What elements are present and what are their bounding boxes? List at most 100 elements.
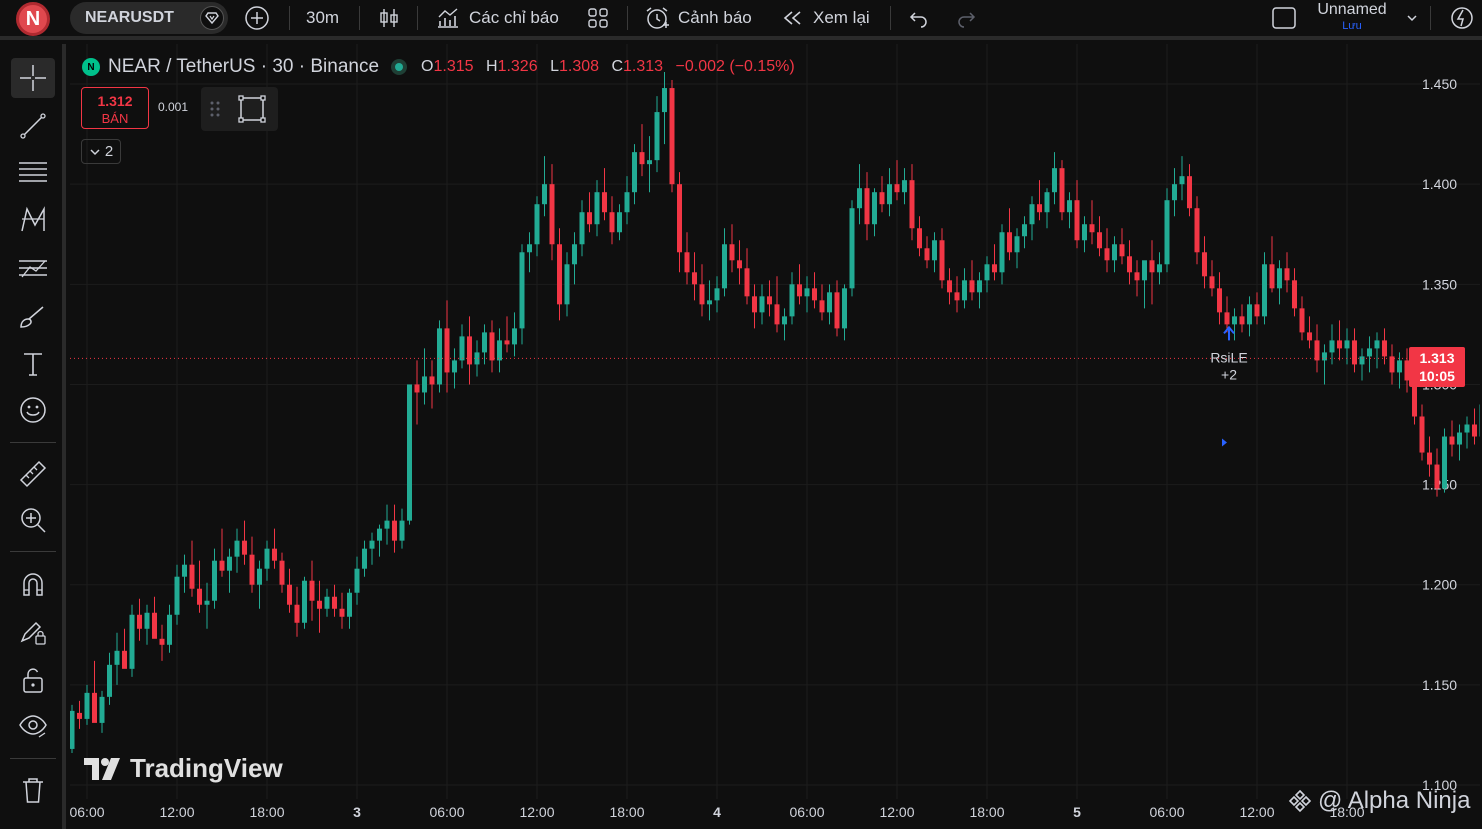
text-tool[interactable] bbox=[11, 344, 55, 384]
candle-body bbox=[759, 296, 765, 313]
candle-body bbox=[444, 328, 450, 373]
market-status-icon[interactable] bbox=[391, 59, 408, 75]
brush-tool[interactable] bbox=[11, 296, 55, 336]
symbol-title[interactable]: NEAR / TetherUS · 30 · Binance bbox=[108, 56, 379, 78]
remove-drawings-tool[interactable] bbox=[11, 770, 55, 810]
candle-body bbox=[692, 272, 697, 285]
fib-tool[interactable] bbox=[11, 152, 55, 192]
candle-body bbox=[1172, 184, 1177, 201]
candle-body bbox=[1194, 208, 1200, 253]
layout-checkbox[interactable] bbox=[1271, 0, 1297, 36]
x-tick-label: 12:00 bbox=[159, 804, 194, 820]
user-avatar[interactable]: N bbox=[16, 2, 50, 36]
candle-body bbox=[1442, 436, 1447, 489]
layout-name-button[interactable]: Unnamed Lưu bbox=[1312, 0, 1392, 36]
magnet-tool[interactable] bbox=[11, 564, 55, 604]
candle-body bbox=[1344, 340, 1350, 349]
candle-body bbox=[287, 584, 292, 605]
trash-icon bbox=[19, 775, 47, 805]
candle-body bbox=[654, 112, 660, 161]
add-symbol-button[interactable] bbox=[244, 0, 270, 36]
close-value: 1.313 bbox=[623, 58, 664, 75]
undo-button[interactable] bbox=[908, 0, 930, 36]
candle-body bbox=[917, 228, 922, 249]
drag-handle-icon[interactable] bbox=[209, 99, 221, 119]
candle-body bbox=[969, 280, 975, 293]
candle-body bbox=[669, 88, 675, 185]
candle-body bbox=[1014, 236, 1020, 253]
candle-body bbox=[1269, 264, 1275, 289]
candle-body bbox=[729, 244, 735, 261]
candle-body bbox=[1292, 280, 1297, 309]
measure-tool[interactable] bbox=[11, 454, 55, 494]
forecast-icon bbox=[17, 253, 49, 283]
candle-body bbox=[1314, 340, 1320, 361]
alerts-button[interactable]: Cảnh báo bbox=[644, 0, 752, 36]
near-coin-icon: N bbox=[82, 58, 100, 76]
candle-body bbox=[767, 296, 772, 305]
bar-countdown: 10:05 bbox=[1419, 368, 1455, 385]
ohlc-values: O1.315 H1.326 L1.308 C1.313 −0.002 (−0.1… bbox=[421, 58, 803, 76]
quick-search-button[interactable] bbox=[1448, 0, 1476, 36]
chart-type-button[interactable] bbox=[377, 0, 401, 36]
forecast-tool[interactable] bbox=[11, 248, 55, 288]
candlestick-chart[interactable]: 1.4501.4001.3501.3001.2501.2001.1501.100… bbox=[69, 44, 1482, 829]
candle-body bbox=[1007, 232, 1012, 253]
x-tick-label: 12:00 bbox=[1239, 804, 1274, 820]
collapse-indicators-button[interactable]: 2 bbox=[81, 139, 121, 164]
chart-area[interactable]: 1.4501.4001.3501.3001.2501.2001.1501.100… bbox=[69, 44, 1482, 829]
x-tick-label: 18:00 bbox=[249, 804, 284, 820]
emoji-tool[interactable] bbox=[11, 390, 55, 430]
redo-button[interactable] bbox=[955, 0, 977, 36]
low-key: L bbox=[550, 58, 559, 75]
toolbar-divider bbox=[10, 442, 56, 443]
trend-line-tool[interactable] bbox=[11, 106, 55, 146]
candle-body bbox=[437, 328, 442, 385]
x-tick-label: 06:00 bbox=[789, 804, 824, 820]
zoom-tool[interactable] bbox=[11, 500, 55, 540]
candle-body bbox=[107, 664, 112, 697]
candle-body bbox=[1397, 360, 1402, 373]
templates-button[interactable] bbox=[586, 0, 610, 36]
grid-icon bbox=[586, 6, 610, 30]
candle-body bbox=[587, 212, 592, 225]
candle-body bbox=[947, 280, 952, 293]
crosshair-tool[interactable] bbox=[11, 58, 55, 98]
hide-drawings-tool[interactable] bbox=[11, 706, 55, 746]
x-tick-label: 18:00 bbox=[609, 804, 644, 820]
layout-menu-button[interactable] bbox=[1405, 0, 1419, 36]
candle-body bbox=[744, 268, 750, 297]
tradingview-logo[interactable]: TradingView bbox=[84, 753, 283, 784]
candle-body bbox=[1382, 340, 1387, 357]
replay-button[interactable]: Xem lại bbox=[781, 0, 870, 36]
trade-panel-handle[interactable] bbox=[201, 87, 278, 131]
diamond-icon[interactable] bbox=[200, 6, 224, 30]
indicators-icon bbox=[435, 6, 461, 30]
candle-body bbox=[1134, 272, 1140, 281]
candle-body bbox=[864, 188, 870, 225]
candle-body bbox=[737, 260, 742, 269]
lock-drawing-tool[interactable] bbox=[11, 612, 55, 652]
candle-body bbox=[662, 88, 667, 113]
candle-body bbox=[137, 614, 142, 629]
candle-body bbox=[324, 596, 330, 609]
y-tick-label: 1.150 bbox=[1422, 677, 1457, 693]
candle-body bbox=[887, 184, 892, 205]
candle-body bbox=[527, 244, 532, 253]
pattern-tool[interactable] bbox=[11, 200, 55, 240]
candle-body bbox=[69, 710, 75, 749]
credit-text: @ Alpha Ninja bbox=[1318, 787, 1471, 814]
candle-body bbox=[647, 160, 652, 165]
indicators-button[interactable]: Các chỉ báo bbox=[435, 0, 559, 36]
candle-body bbox=[1067, 200, 1072, 213]
candle-body bbox=[894, 184, 900, 193]
candle-body bbox=[617, 212, 622, 233]
candle-body bbox=[264, 548, 270, 569]
candle-body bbox=[1059, 168, 1065, 213]
sell-button[interactable]: 1.312 BÁN bbox=[81, 87, 149, 129]
interval-button[interactable]: 30m bbox=[306, 0, 339, 36]
symbol-search-button[interactable]: NEARUSDT bbox=[70, 2, 228, 34]
candle-body bbox=[609, 212, 615, 233]
expand-square-icon[interactable] bbox=[237, 94, 267, 124]
lock-all-tool[interactable] bbox=[11, 660, 55, 700]
